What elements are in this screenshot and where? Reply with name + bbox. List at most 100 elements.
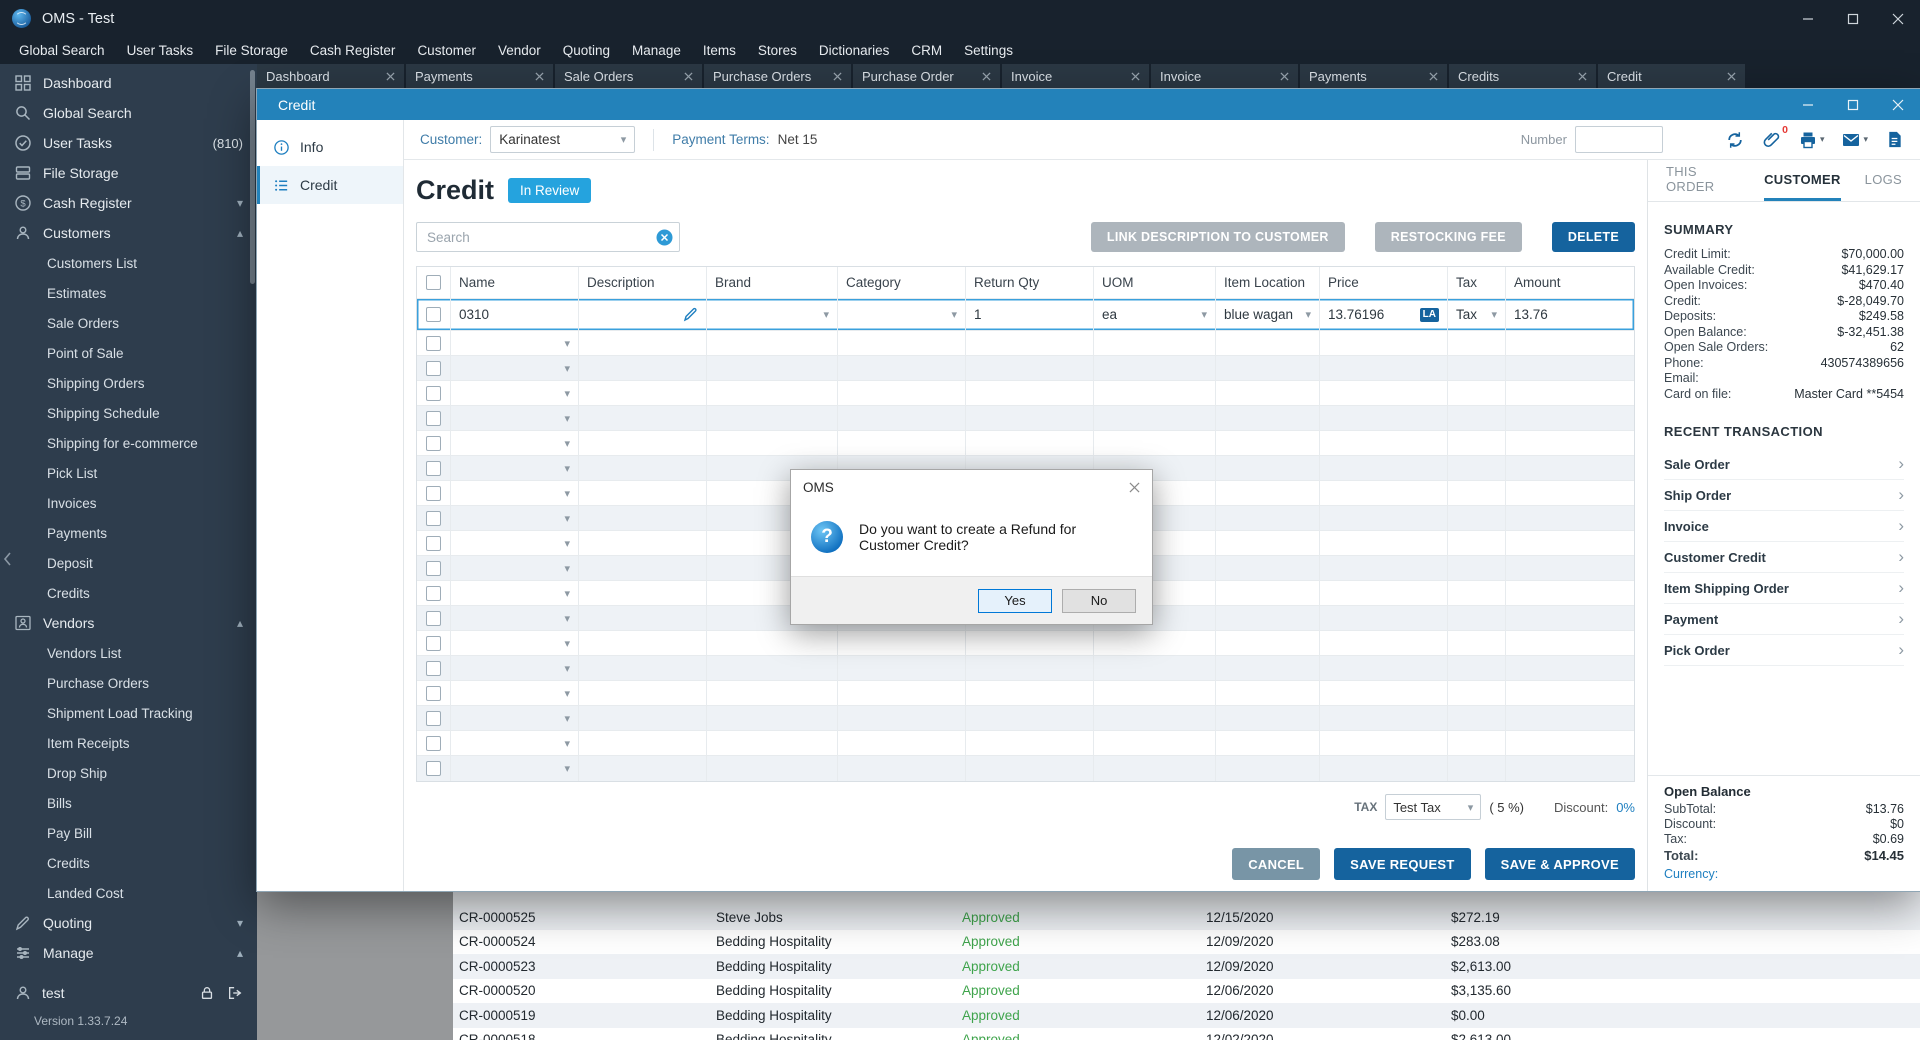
sidebar-subitem[interactable]: Bills	[0, 788, 257, 818]
sidebar-subitem[interactable]: Shipping Orders	[0, 368, 257, 398]
discount-value-link[interactable]: 0%	[1616, 800, 1635, 815]
name-cell[interactable]: ▾	[451, 581, 579, 605]
name-cell[interactable]: ▾	[451, 656, 579, 680]
sidebar-subitem[interactable]: Purchase Orders	[0, 668, 257, 698]
document-tab[interactable]: Purchase Orders	[704, 64, 851, 89]
row-checkbox[interactable]	[426, 385, 441, 401]
row-checkbox[interactable]	[426, 660, 441, 676]
logout-icon[interactable]	[227, 985, 243, 1001]
name-cell[interactable]: ▾	[451, 556, 579, 580]
sidebar-scrollbar[interactable]	[250, 70, 255, 284]
tab-logs[interactable]: LOGS	[1865, 160, 1902, 201]
sidebar-subitem[interactable]: Shipping Schedule	[0, 398, 257, 428]
menu-item[interactable]: Dictionaries	[808, 37, 901, 64]
select-all-checkbox[interactable]	[426, 275, 441, 290]
name-cell[interactable]: ▾	[451, 381, 579, 405]
sidebar-item-quoting[interactable]: Quoting ▾	[0, 908, 257, 938]
document-tab[interactable]: Invoice	[1002, 64, 1149, 89]
name-cell[interactable]: ▾	[451, 431, 579, 455]
name-cell[interactable]: ▾	[451, 681, 579, 705]
row-checkbox[interactable]	[426, 307, 441, 322]
name-cell[interactable]: 0310	[451, 299, 579, 330]
row-checkbox[interactable]	[426, 560, 441, 576]
sidebar-subitem[interactable]: Drop Ship	[0, 758, 257, 788]
table-row-selected[interactable]: 0310 ▾ ▾ 1 ea ▾ blue wagan ▾ 13.76196 LA Ta…	[417, 299, 1634, 331]
name-cell[interactable]: ▾	[451, 606, 579, 630]
menu-item[interactable]: Settings	[953, 37, 1024, 64]
recent-transaction-item[interactable]: Item Shipping Order ›	[1664, 573, 1904, 604]
sidebar-item-manage[interactable]: Manage ▴	[0, 938, 257, 968]
minimize-button[interactable]	[1785, 89, 1830, 120]
edit-pencil-icon[interactable]	[683, 307, 698, 322]
name-cell[interactable]: ▾	[451, 456, 579, 480]
menu-item[interactable]: Items	[692, 37, 747, 64]
price-cell[interactable]: 13.76196 LA	[1320, 299, 1448, 330]
row-checkbox[interactable]	[426, 735, 441, 751]
name-cell[interactable]: ▾	[451, 631, 579, 655]
row-checkbox[interactable]	[426, 635, 441, 651]
tax-cell[interactable]: Tax ▾	[1448, 299, 1506, 330]
description-cell[interactable]	[579, 299, 707, 330]
sidebar-collapse-icon[interactable]	[2, 551, 12, 567]
row-checkbox[interactable]	[426, 710, 441, 726]
sidebar-item-file-storage[interactable]: File Storage	[0, 158, 257, 188]
sidebar-subitem[interactable]: Credits	[0, 848, 257, 878]
nav-item-info[interactable]: Info	[257, 128, 403, 166]
number-input[interactable]	[1574, 126, 1663, 153]
document-tab[interactable]: Credits	[1449, 64, 1596, 89]
document-icon[interactable]	[1885, 130, 1904, 149]
sidebar-subitem[interactable]: Shipment Load Tracking	[0, 698, 257, 728]
document-tab[interactable]: Invoice	[1151, 64, 1298, 89]
menu-item[interactable]: Customer	[406, 37, 487, 64]
recent-transaction-item[interactable]: Ship Order ›	[1664, 480, 1904, 511]
sidebar-subitem[interactable]: Pick List	[0, 458, 257, 488]
menu-item[interactable]: Vendor	[487, 37, 552, 64]
sidebar-item-global-search[interactable]: Global Search	[0, 98, 257, 128]
search-input[interactable]	[416, 222, 680, 252]
link-description-button[interactable]: LINK DESCRIPTION TO CUSTOMER	[1090, 222, 1345, 252]
item-location-cell[interactable]: blue wagan ▾	[1216, 299, 1320, 330]
row-checkbox[interactable]	[426, 585, 441, 601]
sidebar-subitem[interactable]: Pay Bill	[0, 818, 257, 848]
row-checkbox[interactable]	[426, 360, 441, 376]
tab-close-icon[interactable]	[1280, 72, 1289, 81]
name-cell[interactable]: ▾	[451, 331, 579, 355]
credit-list-row[interactable]: CR-0000519 Bedding Hospitality Approved …	[453, 1003, 1920, 1028]
row-checkbox[interactable]	[426, 460, 441, 476]
save-approve-button[interactable]: SAVE & APPROVE	[1484, 848, 1635, 880]
credit-list-row[interactable]: CR-0000524 Bedding Hospitality Approved …	[453, 930, 1920, 955]
restocking-fee-button[interactable]: RESTOCKING FEE	[1374, 222, 1522, 252]
brand-cell[interactable]: ▾	[707, 299, 838, 330]
menu-item[interactable]: Global Search	[8, 37, 116, 64]
uom-cell[interactable]: ea ▾	[1094, 299, 1216, 330]
document-tab[interactable]: Sale Orders	[555, 64, 702, 89]
sidebar-subitem[interactable]: Landed Cost	[0, 878, 257, 908]
document-tab[interactable]: Payments	[1300, 64, 1447, 89]
row-checkbox[interactable]	[426, 335, 441, 351]
credit-list-row[interactable]: CR-0000523 Bedding Hospitality Approved …	[453, 954, 1920, 979]
sidebar-subitem[interactable]: Invoices	[0, 488, 257, 518]
return-qty-cell[interactable]: 1	[966, 299, 1094, 330]
recent-transaction-item[interactable]: Customer Credit ›	[1664, 542, 1904, 573]
sidebar-subitem[interactable]: Point of Sale	[0, 338, 257, 368]
credit-list-row[interactable]: CR-0000520 Bedding Hospitality Approved …	[453, 979, 1920, 1004]
sidebar-subitem[interactable]: Sale Orders	[0, 308, 257, 338]
menu-item[interactable]: Quoting	[552, 37, 621, 64]
tab-customer[interactable]: CUSTOMER	[1764, 160, 1841, 201]
recent-transaction-item[interactable]: Sale Order ›	[1664, 449, 1904, 480]
maximize-button[interactable]	[1830, 89, 1875, 120]
sidebar-item-user-tasks[interactable]: User Tasks (810)	[0, 128, 257, 158]
customer-dropdown[interactable]: Karinatest ▾	[490, 126, 636, 153]
name-cell[interactable]: ▾	[451, 731, 579, 755]
tab-this-order[interactable]: THIS ORDER	[1666, 160, 1740, 201]
row-checkbox[interactable]	[426, 535, 441, 551]
delete-button[interactable]: DELETE	[1551, 222, 1635, 252]
no-button[interactable]: No	[1062, 588, 1136, 613]
row-checkbox[interactable]	[426, 485, 441, 501]
nav-item-credit[interactable]: Credit	[257, 166, 403, 204]
document-tab[interactable]: Payments	[406, 64, 553, 89]
name-cell[interactable]: ▾	[451, 356, 579, 380]
category-cell[interactable]: ▾	[838, 299, 966, 330]
tab-close-icon[interactable]	[833, 72, 842, 81]
recent-transaction-item[interactable]: Payment ›	[1664, 604, 1904, 635]
